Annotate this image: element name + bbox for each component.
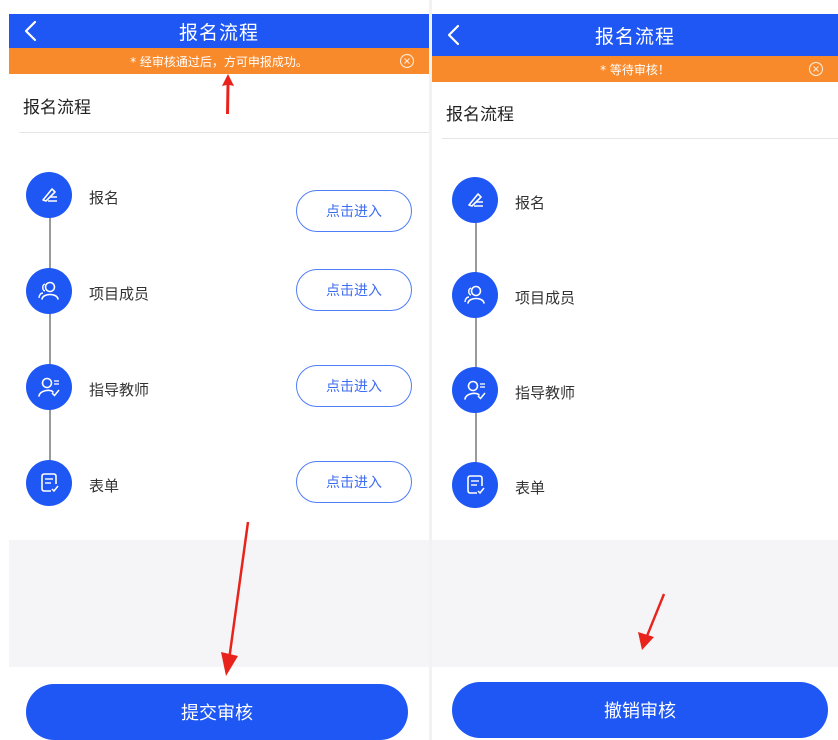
step-circle [452,272,498,318]
step-circle [26,172,72,218]
pen-icon [42,188,57,202]
page-title: 报名流程 [594,25,675,48]
nav-header: 报名流程 [432,14,838,56]
timeline-connector [475,220,477,470]
step-circle [452,462,498,508]
nav-header: 报名流程 [9,14,429,48]
step-label: 指导教师 [89,381,150,399]
notice-banner: * 等待审核！ [432,56,838,82]
teacher-icon [38,377,60,397]
step-label: 表单 [89,477,120,495]
teacher-icon [464,380,486,400]
step-label: 表单 [515,479,546,497]
empty-content-area [432,540,838,667]
step-label: 报名 [515,194,546,212]
close-icon[interactable] [808,61,824,77]
right-phone-screen: 报名流程 * 等待审核！ 报名流程 报名 项目成员 指导教师 表单 撤销审核 [432,0,838,740]
step-circle [26,364,72,410]
enter-button[interactable]: 点击进入 [296,365,412,407]
comparison-screenshot: 报名流程 * 经审核通过后，方可申报成功。 报名流程 报名 点击进入 项目成员 … [0,0,838,740]
step-advisor: 指导教师 [432,367,838,415]
close-icon[interactable] [399,53,415,69]
notice-text: * 经审核通过后，方可申报成功。 [130,54,308,69]
page-title: 报名流程 [178,21,259,44]
pen-icon [468,193,483,207]
enter-button[interactable]: 点击进入 [296,190,412,232]
step-label: 报名 [89,189,120,207]
left-phone-screen: 报名流程 * 经审核通过后，方可申报成功。 报名流程 报名 点击进入 项目成员 … [9,0,429,740]
users-icon [464,285,485,304]
step-project-members: 项目成员 [432,272,838,320]
divider [442,138,838,139]
empty-content-area [9,540,429,667]
form-icon [467,475,485,495]
step-circle [26,460,72,506]
notice-banner: * 经审核通过后，方可申报成功。 [9,48,429,74]
step-label: 项目成员 [515,289,576,307]
step-label: 项目成员 [89,285,150,303]
section-title: 报名流程 [23,98,91,118]
step-registration: 报名 点击进入 [9,172,429,232]
step-circle [452,177,498,223]
enter-button[interactable]: 点击进入 [296,269,412,311]
section-title: 报名流程 [446,105,514,125]
step-label: 指导教师 [515,384,576,402]
cancel-review-button[interactable]: 撤销审核 [452,682,828,738]
form-icon [41,473,59,493]
submit-review-button[interactable]: 提交审核 [26,684,408,740]
divider [19,132,429,133]
notice-text: * 等待审核！ [600,62,670,77]
back-arrow-icon[interactable] [444,23,464,47]
step-circle [452,367,498,413]
step-form: 表单 [432,462,838,510]
step-project-members: 项目成员 点击进入 [9,268,429,316]
step-circle [26,268,72,314]
timeline-connector [49,215,51,465]
step-form: 表单 点击进入 [9,460,429,508]
back-arrow-icon[interactable] [21,19,41,43]
enter-button[interactable]: 点击进入 [296,461,412,503]
step-registration: 报名 [432,177,838,225]
step-advisor: 指导教师 点击进入 [9,364,429,412]
users-icon [38,281,59,300]
